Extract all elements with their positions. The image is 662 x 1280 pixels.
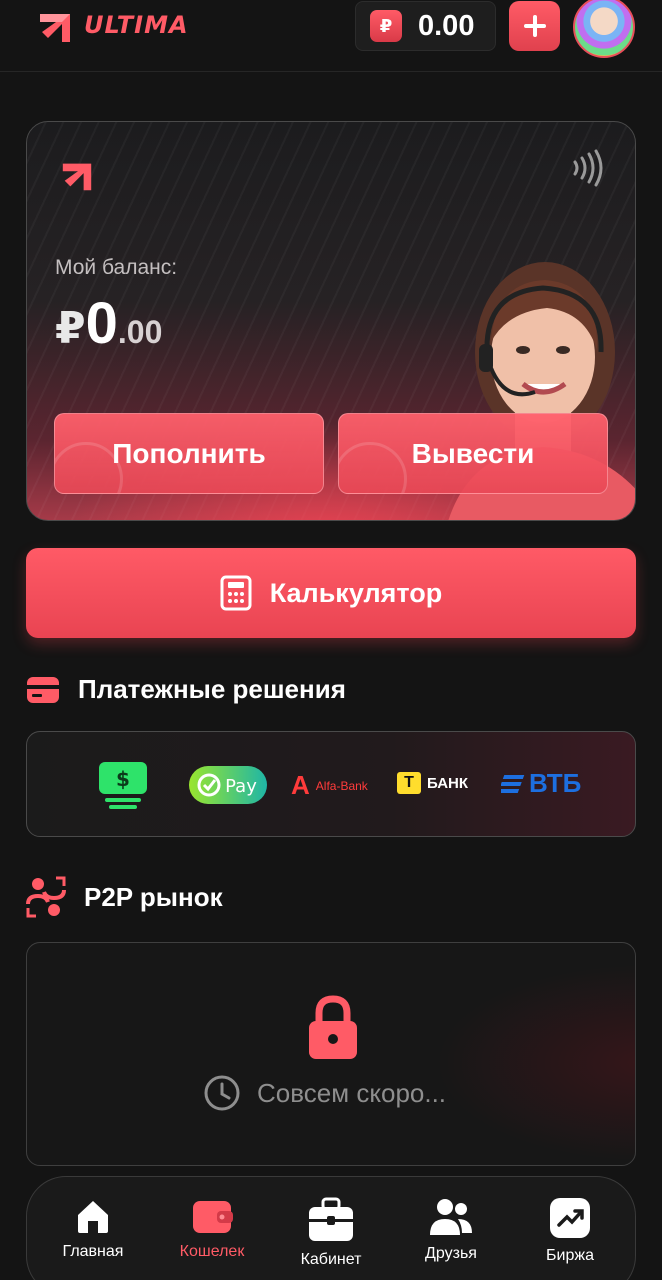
- app-logo[interactable]: ULTIMA: [36, 6, 189, 44]
- nav-label-exchange: Биржа: [546, 1247, 594, 1264]
- alfa-mark: А: [291, 770, 310, 800]
- p2p-section-title: P2P рынок: [84, 881, 223, 912]
- nav-item-cabinet[interactable]: Кабинет: [276, 1197, 386, 1269]
- nav-label-friends: Друзья: [425, 1245, 477, 1262]
- bottom-nav: Главная Кошелек Кабинет Друзья Биржа: [26, 1176, 636, 1280]
- nav-item-wallet[interactable]: Кошелек: [157, 1197, 267, 1261]
- p2p-panel: Совсем скоро...: [26, 942, 636, 1166]
- top-header: ULTIMA ₽ 0.00: [0, 0, 662, 72]
- coming-soon-text: Совсем скоро...: [257, 1077, 447, 1108]
- alfa-bank-logo[interactable]: А Alfa-Bank: [291, 770, 368, 801]
- sberpay-logo[interactable]: Pay: [189, 765, 267, 805]
- withdraw-label: Вывести: [411, 437, 535, 469]
- coming-soon: Совсем скоро...: [203, 1074, 446, 1112]
- vtb-logo[interactable]: ВТБ: [501, 768, 581, 799]
- ultima-logo-icon: [40, 14, 70, 42]
- alfa-label: Alfa-Bank: [315, 778, 368, 793]
- header-balance[interactable]: ₽ 0.00: [355, 1, 496, 51]
- arrow-down-left-icon: [339, 442, 407, 493]
- card-icon: [27, 676, 59, 703]
- cash-icon[interactable]: $: [97, 760, 149, 810]
- payment-section-header: Платежные решения: [26, 674, 346, 705]
- plus-icon: [523, 15, 546, 37]
- calculator-button[interactable]: Калькулятор: [26, 548, 636, 638]
- withdraw-button[interactable]: Вывести: [338, 413, 608, 494]
- avatar[interactable]: [573, 0, 635, 58]
- card-logo-icon: [62, 163, 92, 191]
- nav-item-home[interactable]: Главная: [38, 1197, 148, 1261]
- ruble-icon: ₽: [370, 10, 402, 42]
- nav-label-wallet: Кошелек: [179, 1243, 245, 1260]
- nav-label-cabinet: Кабинет: [300, 1251, 362, 1268]
- payment-section-title: Платежные решения: [78, 674, 346, 704]
- briefcase-icon: [309, 1197, 353, 1241]
- balance-decimal: .00: [117, 314, 163, 350]
- sberpay-label: Pay: [225, 776, 257, 797]
- deposit-button[interactable]: Пополнить: [54, 413, 324, 494]
- deposit-label: Пополнить: [112, 437, 266, 469]
- wallet-card: Мой баланс: ₽ 0 .00 Пополнить Вывести: [26, 121, 636, 521]
- payment-providers: $ Pay А Alfa-Bank Т БАНК ВТБ: [26, 731, 636, 837]
- clock-icon: [204, 1075, 240, 1111]
- nav-item-friends[interactable]: Друзья: [396, 1197, 506, 1263]
- chart-up-icon: [550, 1198, 590, 1238]
- card-balance: ₽ 0 .00: [55, 290, 162, 357]
- balance-label: Мой баланс:: [55, 256, 178, 279]
- calculator-icon: [220, 575, 252, 611]
- vtb-label: ВТБ: [529, 768, 582, 798]
- balance-integer: 0: [85, 291, 118, 356]
- nav-item-exchange[interactable]: Биржа: [515, 1197, 625, 1265]
- wallet-icon: [193, 1201, 233, 1233]
- calculator-label: Калькулятор: [269, 577, 443, 608]
- tbank-logo[interactable]: Т БАНК: [397, 772, 468, 794]
- p2p-section-header: P2P рынок: [26, 876, 223, 918]
- balance-currency: ₽: [55, 304, 86, 353]
- add-funds-button[interactable]: [509, 1, 560, 51]
- header-balance-value: 0.00: [418, 9, 475, 42]
- cash-symbol: $: [116, 767, 130, 791]
- nav-label-home: Главная: [62, 1243, 124, 1260]
- tbank-label: БАНК: [427, 774, 469, 792]
- users-icon: [430, 1199, 472, 1235]
- home-icon: [78, 1201, 108, 1233]
- lock-icon: [309, 995, 357, 1059]
- tbank-mark: Т: [397, 772, 421, 794]
- contactless-icon: [573, 149, 603, 187]
- app-name: ULTIMA: [84, 11, 189, 39]
- p2p-exchange-icon: [26, 876, 66, 918]
- vtb-mark-icon: [501, 774, 525, 793]
